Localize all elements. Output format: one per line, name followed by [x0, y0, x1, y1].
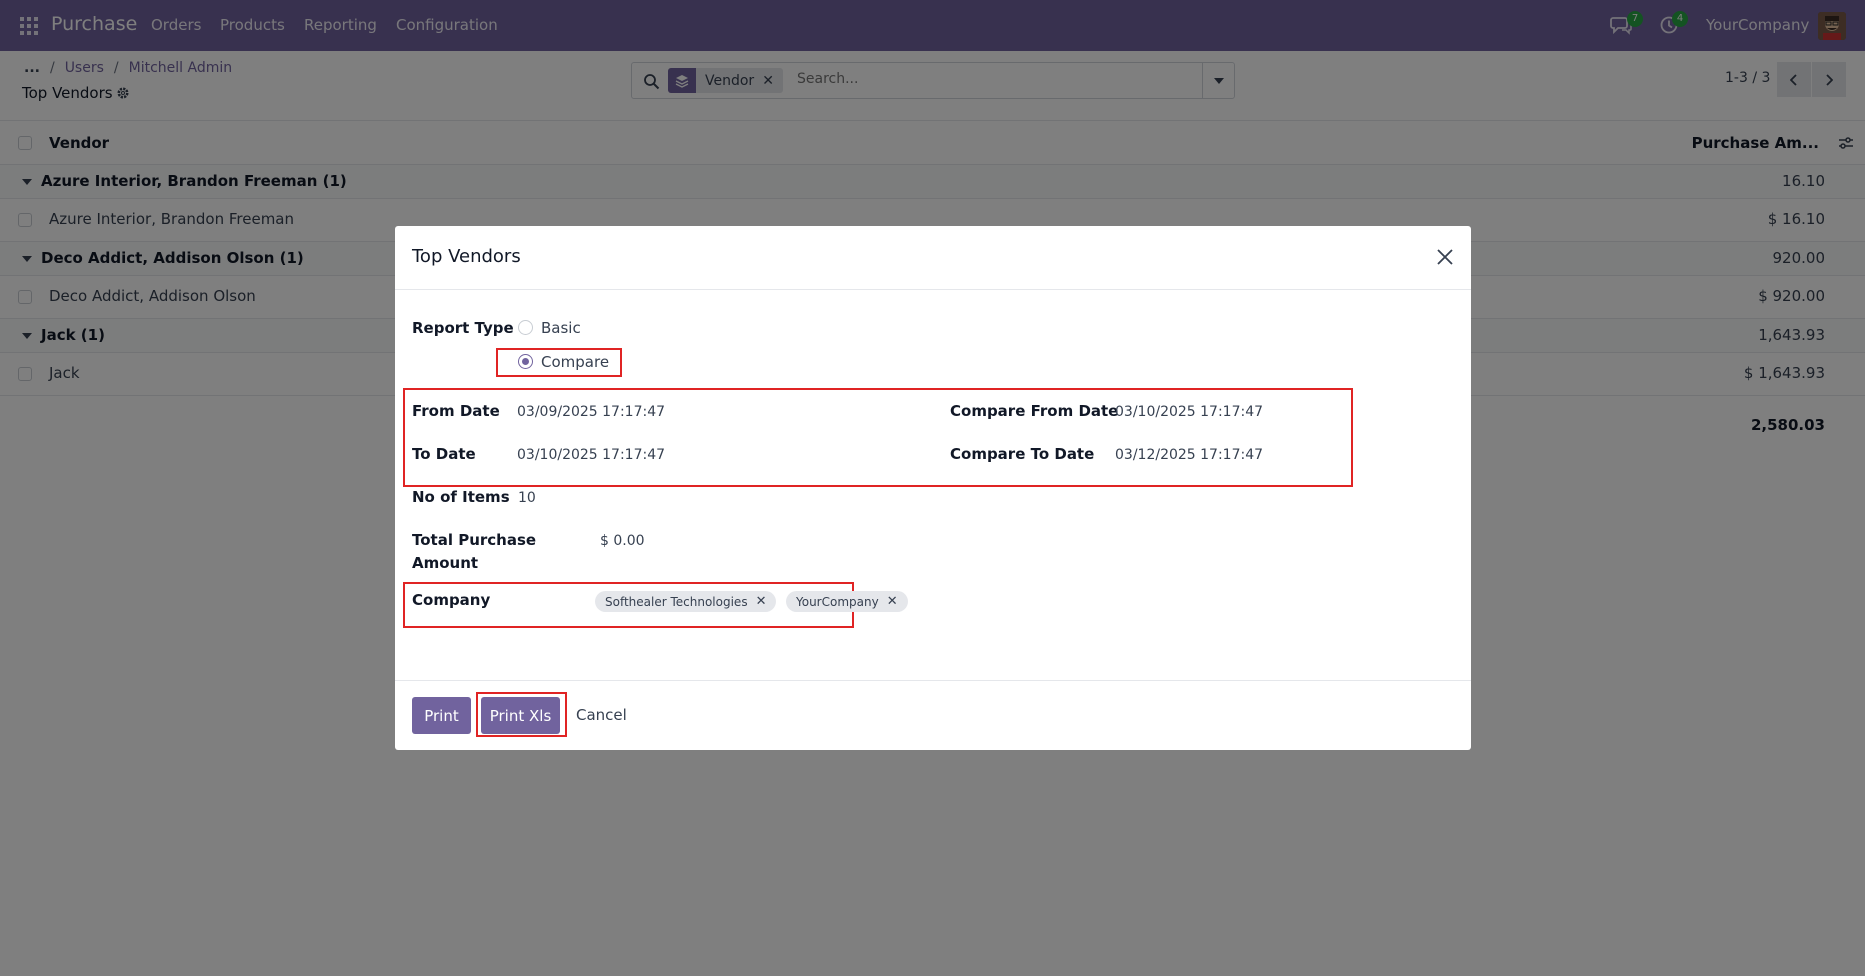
- from-date-label: From Date: [412, 402, 500, 420]
- company-tag: Softhealer Technologies ✕: [595, 591, 777, 612]
- total-purchase-label: Total Purchase: [412, 531, 537, 549]
- top-vendors-dialog: Top Vendors Report Type Basic Compare Fr…: [395, 226, 1471, 750]
- company-tag-label: YourCompany: [796, 594, 879, 609]
- compare-to-date-label: Compare To Date: [950, 445, 1095, 463]
- total-purchase-label-line2: Amount: [412, 554, 479, 572]
- radio-compare-label[interactable]: Compare: [541, 353, 609, 371]
- print-button[interactable]: Print: [412, 697, 471, 734]
- print-xls-button[interactable]: Print Xls: [481, 697, 560, 734]
- to-date-field[interactable]: 03/10/2025 17:17:47: [517, 447, 665, 463]
- dialog-footer: Print Print Xls Cancel: [395, 680, 1471, 750]
- close-icon[interactable]: [1436, 248, 1454, 266]
- from-date-field[interactable]: 03/09/2025 17:17:47: [517, 404, 665, 420]
- no-of-items-field[interactable]: 10: [518, 490, 536, 506]
- no-of-items-label: No of Items: [412, 488, 510, 506]
- radio-basic[interactable]: [518, 320, 533, 335]
- total-purchase-value: $ 0.00: [600, 533, 645, 549]
- dialog-title: Top Vendors: [412, 246, 521, 267]
- compare-from-date-label: Compare From Date: [950, 402, 1119, 420]
- compare-from-date-field[interactable]: 03/10/2025 17:17:47: [1115, 404, 1263, 420]
- tag-remove-icon[interactable]: ✕: [887, 594, 898, 609]
- company-tag-label: Softhealer Technologies: [605, 594, 748, 609]
- to-date-label: To Date: [412, 445, 476, 463]
- report-type-label: Report Type: [412, 319, 514, 337]
- highlight-dates: [403, 388, 1353, 487]
- dialog-header: Top Vendors: [395, 226, 1471, 290]
- radio-compare[interactable]: [518, 354, 533, 369]
- cancel-button[interactable]: Cancel: [576, 706, 627, 724]
- tag-remove-icon[interactable]: ✕: [756, 594, 767, 609]
- compare-to-date-field[interactable]: 03/12/2025 17:17:47: [1115, 447, 1263, 463]
- company-label: Company: [412, 591, 491, 609]
- company-tag: YourCompany ✕: [786, 591, 908, 612]
- radio-basic-label[interactable]: Basic: [541, 319, 581, 337]
